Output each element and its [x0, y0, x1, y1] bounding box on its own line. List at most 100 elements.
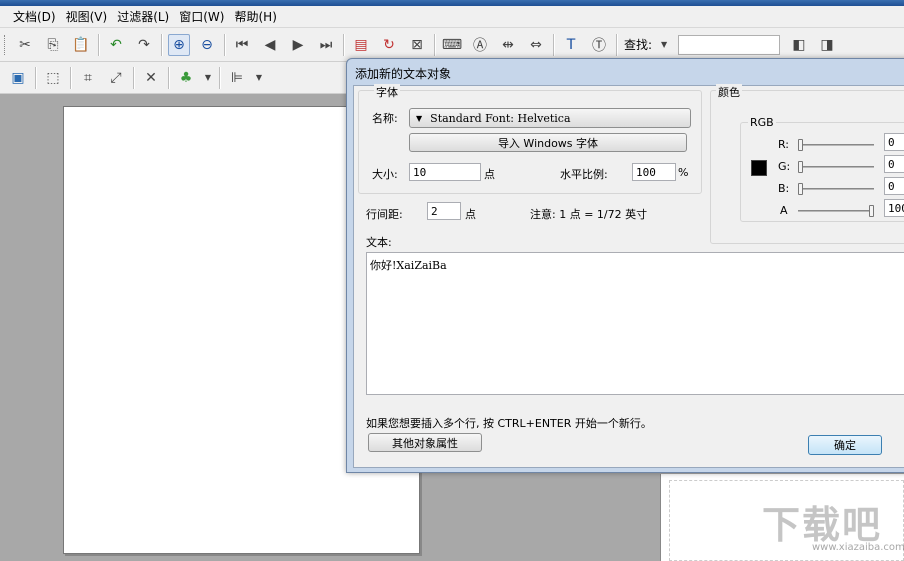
delete-page-icon[interactable]: ⊠: [406, 34, 428, 56]
dialog-title: 添加新的文本对象: [355, 67, 452, 81]
line-spacing-input[interactable]: 2: [427, 202, 461, 220]
toolbar-separator: [224, 33, 225, 56]
menu-filter[interactable]: 过滤器(L): [112, 8, 174, 25]
find-label: 查找:: [624, 38, 653, 52]
red-input[interactable]: 0: [884, 133, 904, 151]
color-group-label: 颜色: [716, 84, 742, 100]
rotate-icon[interactable]: ↻: [378, 34, 400, 56]
font-size-input[interactable]: 10: [409, 163, 481, 181]
color-swatch[interactable]: [751, 160, 767, 176]
rgb-group-label: RGB: [748, 116, 776, 129]
menu-help[interactable]: 帮助(H): [229, 8, 281, 25]
chevron-down-icon: ▼: [416, 113, 423, 123]
keyboard-icon[interactable]: ⌨: [441, 34, 463, 56]
chevron-down-icon[interactable]: ▼: [203, 67, 213, 89]
text-tool-icon[interactable]: Ⓣ: [588, 34, 610, 56]
toolbar-separator: [133, 66, 134, 89]
toolbar-separator: [553, 33, 554, 56]
first-page-icon[interactable]: ⏮: [231, 34, 253, 56]
menu-bar: 文档(D) 视图(V) 过滤器(L) 窗口(W) 帮助(H): [0, 6, 904, 28]
menu-view[interactable]: 视图(V): [61, 8, 113, 25]
horizontal-scale-label: 水平比例:: [560, 168, 608, 181]
chevron-down-icon[interactable]: ▼: [254, 67, 264, 89]
last-page-icon[interactable]: ⏭: [315, 34, 337, 56]
copy-icon[interactable]: ⎘: [42, 34, 64, 56]
crop-icon[interactable]: ⌗: [77, 67, 99, 89]
distribute-icon[interactable]: ⇔: [525, 34, 547, 56]
toolbar-separator: [161, 33, 162, 56]
text-label: 文本:: [366, 236, 392, 249]
dialog-body: 字体 名称: ▼ Standard Font: Helvetica 导入 Win…: [353, 84, 904, 468]
toolbar-separator: [616, 33, 617, 56]
toolbar-separator: [434, 33, 435, 56]
font-name-label: 名称:: [372, 112, 398, 125]
toolbar-separator: [70, 66, 71, 89]
horizontal-scale-input[interactable]: 100: [632, 163, 676, 181]
prev-page-icon[interactable]: ◀: [259, 34, 281, 56]
align-icon[interactable]: ⇹: [497, 34, 519, 56]
blue-slider[interactable]: [798, 183, 874, 195]
line-spacing-label: 行间距:: [366, 208, 403, 221]
page-layout-icon[interactable]: ▤: [350, 34, 372, 56]
toolbar-separator: [219, 66, 220, 89]
find-input[interactable]: [678, 34, 781, 55]
slider-thumb[interactable]: [798, 161, 803, 173]
redo-icon[interactable]: ↷: [133, 34, 155, 56]
alpha-slider[interactable]: [798, 205, 874, 217]
toolbar-separator: [168, 66, 169, 89]
green-label: G:: [778, 160, 791, 173]
watermark-url: www.xiazaiba.com: [812, 542, 904, 553]
secondary-toolbar: ▣ ⬚ ⌗ ⤢ ✕ ♣ ▼ ⊫ ▼: [0, 62, 350, 94]
find-options-icon[interactable]: ▼: [659, 34, 669, 56]
slider-thumb[interactable]: [798, 183, 803, 195]
font-name-dropdown[interactable]: ▼ Standard Font: Helvetica: [409, 108, 691, 128]
toolbar-grip[interactable]: [4, 34, 7, 55]
line-spacing-unit: 点: [465, 208, 476, 221]
insert-text-icon[interactable]: T: [560, 34, 582, 56]
blue-label: B:: [778, 182, 790, 195]
green-input[interactable]: 0: [884, 155, 904, 173]
find-previous-icon[interactable]: ◧: [788, 34, 810, 56]
font-size-unit: 点: [484, 168, 495, 181]
other-properties-button[interactable]: 其他对象属性: [368, 433, 482, 452]
menu-document[interactable]: 文档(D): [8, 8, 61, 25]
blue-input[interactable]: 0: [884, 177, 904, 195]
text-box-icon[interactable]: Ⓐ: [469, 34, 491, 56]
align-left-icon[interactable]: ⊫: [226, 67, 248, 89]
zoom-in-icon[interactable]: ⊕: [168, 33, 190, 56]
main-toolbar: ✂ ⎘ 📋 ↶ ↷ ⊕ ⊖ ⏮ ◀ ▶ ⏭ ▤ ↻ ⊠ ⌨ Ⓐ ⇹ ⇔ T Ⓣ …: [0, 28, 904, 62]
cut-icon[interactable]: ✂: [14, 34, 36, 56]
font-name-value: Standard Font: Helvetica: [430, 111, 571, 125]
add-text-dialog: 添加新的文本对象 字体 名称: ▼ Standard Font: Helveti…: [346, 58, 904, 473]
toolbar-separator: [98, 33, 99, 56]
red-slider[interactable]: [798, 139, 874, 151]
import-windows-font-button[interactable]: 导入 Windows 字体: [409, 133, 687, 152]
font-group-label: 字体: [374, 84, 400, 100]
watermark-logo: 下载吧: [762, 503, 883, 547]
multiline-hint: 如果您想要插入多个行, 按 CTRL+ENTER 开始一个新行。: [366, 417, 652, 430]
zoom-out-icon[interactable]: ⊖: [196, 34, 218, 56]
horizontal-scale-unit: %: [678, 166, 689, 179]
next-page-icon[interactable]: ▶: [287, 34, 309, 56]
paste-icon[interactable]: 📋: [70, 34, 92, 56]
red-label: R:: [778, 138, 790, 151]
remove-object-icon[interactable]: ✕: [140, 67, 162, 89]
slider-thumb[interactable]: [798, 139, 803, 151]
image-icon[interactable]: ▣: [7, 67, 29, 89]
toolbar-separator: [35, 66, 36, 89]
ok-button[interactable]: 确定: [808, 435, 882, 455]
alpha-input[interactable]: 100: [884, 199, 904, 217]
menu-window[interactable]: 窗口(W): [174, 8, 229, 25]
resize-icon[interactable]: ⤢: [105, 67, 127, 89]
font-size-label: 大小:: [372, 168, 398, 181]
text-content-input[interactable]: 你好!XaiZaiBa: [366, 252, 904, 395]
undo-icon[interactable]: ↶: [105, 34, 127, 56]
toolbar-separator: [343, 33, 344, 56]
green-slider[interactable]: [798, 161, 874, 173]
select-object-icon[interactable]: ⬚: [42, 67, 64, 89]
alpha-label: A: [780, 204, 788, 217]
unit-note: 注意: 1 点 = 1/72 英寸: [530, 208, 648, 221]
find-next-icon[interactable]: ◨: [816, 34, 838, 56]
slider-thumb[interactable]: [869, 205, 874, 217]
shapes-icon[interactable]: ♣: [175, 67, 197, 89]
